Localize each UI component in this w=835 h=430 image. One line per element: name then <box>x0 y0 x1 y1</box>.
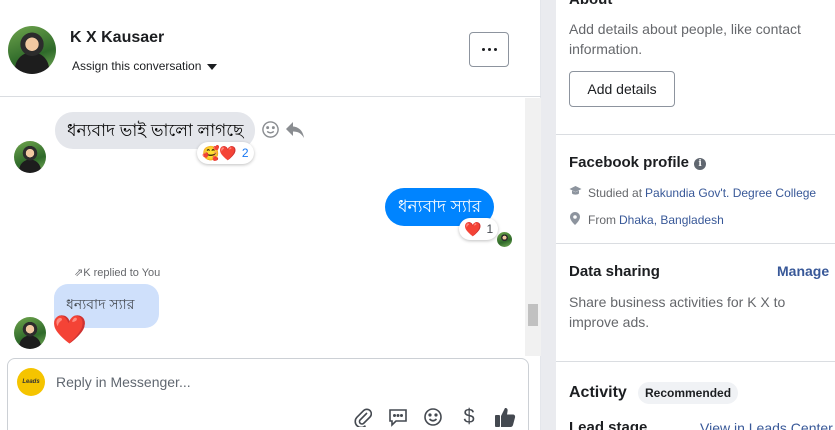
lead-stage-label: Lead stage <box>569 419 648 430</box>
panel-gutter <box>541 0 556 430</box>
assign-conversation-dropdown[interactable]: Assign this conversation <box>72 59 218 73</box>
more-dot-icon <box>487 48 491 51</box>
message-thread: ধন্যবাদ ভাই ভালো লাগছে 🥰❤️ 2 ধন্যবাদ স্য… <box>0 98 541 356</box>
reaction-emojis: ❤️ <box>464 221 482 237</box>
sender-avatar <box>14 317 46 349</box>
page-logo: Leads <box>17 368 45 396</box>
reaction-count: 1 <box>486 222 494 236</box>
more-options-button[interactable] <box>469 32 509 67</box>
education-row: Studied at Pakundia Gov't. Degree Colleg… <box>569 185 816 200</box>
reply-input[interactable] <box>56 371 496 393</box>
reply-arrow-icon[interactable] <box>285 121 305 144</box>
more-dot-icon <box>481 48 485 51</box>
info-icon[interactable]: i <box>694 158 707 170</box>
section-divider <box>556 243 835 244</box>
like-thumb-icon[interactable] <box>493 405 517 429</box>
payment-dollar-icon[interactable]: $ <box>458 405 480 429</box>
reaction-emojis: 🥰❤️ <box>202 145 237 161</box>
section-divider <box>556 361 835 362</box>
studied-at-label: Studied at <box>588 185 643 200</box>
school-link[interactable]: Pakundia Gov't. Degree College <box>645 186 816 200</box>
hometown-link[interactable]: Dhaka, Bangladesh <box>619 213 724 227</box>
recommended-badge: Recommended <box>638 382 739 404</box>
contact-info-panel: About Add details about people, like con… <box>556 0 835 430</box>
facebook-profile-title: Facebook profile i <box>569 154 707 171</box>
react-smiley-icon[interactable] <box>261 120 280 144</box>
emoji-icon[interactable] <box>422 405 444 429</box>
section-divider <box>556 134 835 135</box>
location-row: From Dhaka, Bangladesh <box>569 212 724 228</box>
caret-down-icon <box>207 63 218 70</box>
reply-notice: ⇗K replied to You <box>74 267 161 279</box>
attachment-icon[interactable] <box>352 405 374 429</box>
about-description: Add details about people, like contact i… <box>569 21 801 57</box>
conversation-panel: K X Kausaer Assign this conversation ধন্… <box>0 0 541 430</box>
add-details-button[interactable]: Add details <box>569 71 675 107</box>
reply-arrow-small-icon: ⇗ <box>74 267 84 279</box>
message-reactions[interactable]: ❤️ 1 <box>459 218 499 240</box>
contact-avatar[interactable] <box>8 26 56 74</box>
reaction-count: 2 <box>241 146 249 160</box>
heart-message[interactable]: ❤️ <box>52 316 87 344</box>
reply-composer: Leads $ <box>7 358 529 430</box>
more-dot-icon <box>493 48 497 51</box>
manage-link[interactable]: Manage <box>777 263 829 279</box>
view-in-leads-center-link[interactable]: View in Leads Center <box>700 420 833 430</box>
graduation-cap-icon <box>569 185 582 200</box>
conversation-header: K X Kausaer Assign this conversation <box>0 0 541 97</box>
location-pin-icon <box>569 212 581 228</box>
contact-name[interactable]: K X Kausaer <box>70 29 164 47</box>
about-title: About <box>569 0 612 8</box>
from-label: From <box>588 213 616 227</box>
message-reactions[interactable]: 🥰❤️ 2 <box>197 142 254 164</box>
seen-receipt-avatar <box>497 232 512 247</box>
scrollbar-thumb[interactable] <box>528 304 538 326</box>
activity-title: Activity <box>569 384 627 401</box>
assign-conversation-label: Assign this conversation <box>72 59 202 73</box>
data-sharing-description: Share business activities for K X to imp… <box>569 294 786 330</box>
sender-avatar <box>14 141 46 173</box>
saved-replies-icon[interactable] <box>387 405 409 429</box>
data-sharing-title: Data sharing <box>569 263 660 280</box>
